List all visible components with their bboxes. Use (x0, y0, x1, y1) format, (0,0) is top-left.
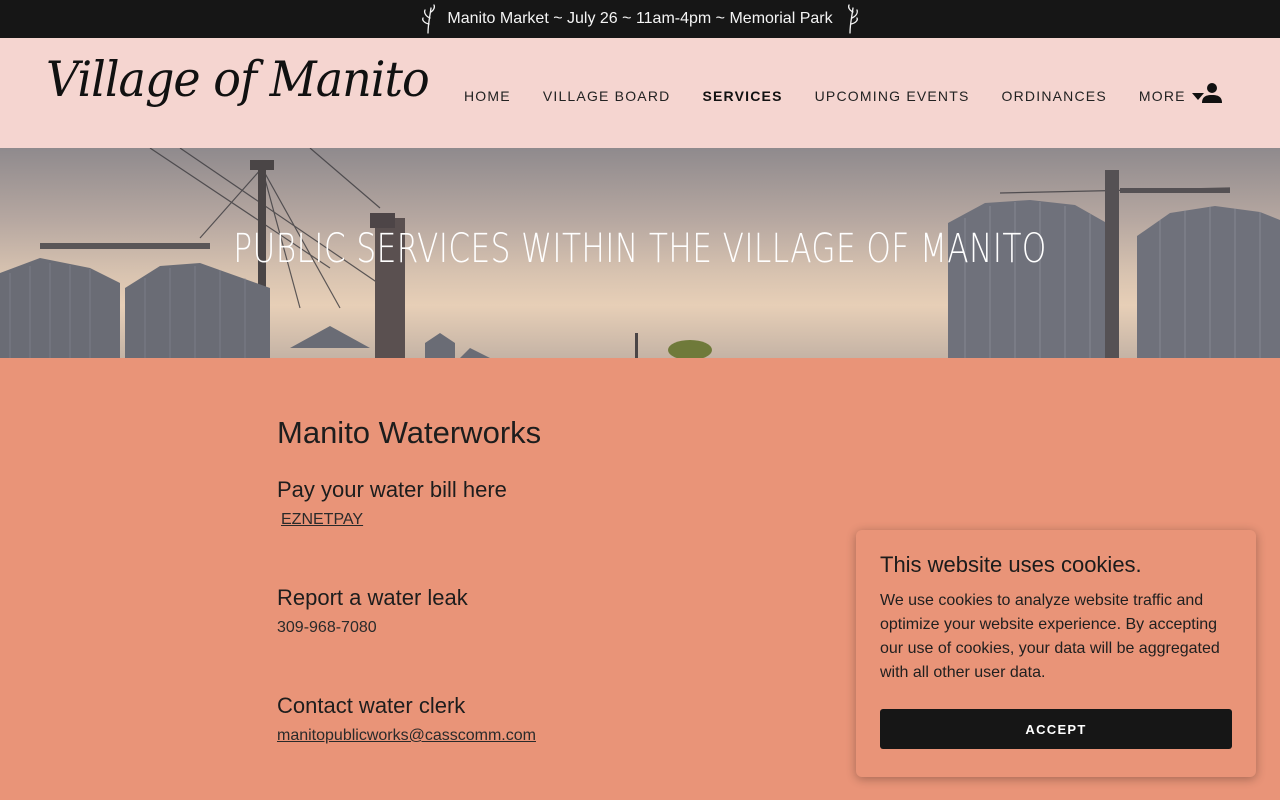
site-header: Village of Manito HOME VILLAGE BOARD SER… (0, 38, 1280, 148)
site-logo[interactable]: Village of Manito (46, 51, 430, 108)
nav-upcoming-events[interactable]: UPCOMING EVENTS (815, 88, 970, 104)
cookie-banner: This website uses cookies. We use cookie… (856, 530, 1256, 777)
nav-services[interactable]: SERVICES (702, 88, 782, 104)
announcement-text[interactable]: Manito Market ~ July 26 ~ 11am-4pm ~ Mem… (447, 10, 832, 28)
pay-bill-section: Pay your water bill here EZNETPAY (277, 477, 837, 529)
hero-title: PUBLIC SERVICES WITHIN THE VILLAGE OF MA… (233, 226, 1047, 272)
main-nav: HOME VILLAGE BOARD SERVICES UPCOMING EVE… (464, 88, 1236, 104)
report-leak-section: Report a water leak 309-968-7080 (277, 585, 837, 637)
page-title: Manito Waterworks (277, 415, 542, 450)
report-leak-heading: Report a water leak (277, 585, 468, 610)
announcement-bar: Manito Market ~ July 26 ~ 11am-4pm ~ Mem… (0, 0, 1280, 38)
cookie-title: This website uses cookies. (880, 552, 1142, 577)
nav-home[interactable]: HOME (464, 88, 511, 104)
accept-cookies-button[interactable]: ACCEPT (880, 709, 1232, 749)
sprig-icon (847, 4, 858, 34)
contact-clerk-section: Contact water clerk manitopublicworks@ca… (277, 693, 837, 745)
eznetpay-link[interactable]: EZNETPAY (281, 511, 363, 528)
nav-more[interactable]: MORE (1139, 88, 1204, 104)
nav-ordinances[interactable]: ORDINANCES (1002, 88, 1107, 104)
nav-more-label: MORE (1138, 88, 1186, 104)
pay-bill-heading: Pay your water bill here (277, 477, 507, 502)
clerk-email-link[interactable]: manitopublicworks@casscomm.com (277, 727, 536, 744)
cookie-body: We use cookies to analyze website traffi… (880, 592, 1220, 681)
user-icon[interactable] (1201, 82, 1223, 104)
main-content: Manito Waterworks Pay your water bill he… (277, 415, 837, 745)
sprig-icon (422, 4, 436, 34)
hero-banner: PUBLIC SERVICES WITHIN THE VILLAGE OF MA… (0, 148, 1280, 358)
phone-number: 309-968-7080 (277, 619, 377, 636)
nav-village-board[interactable]: VILLAGE BOARD (543, 88, 671, 104)
contact-clerk-heading: Contact water clerk (277, 693, 466, 718)
